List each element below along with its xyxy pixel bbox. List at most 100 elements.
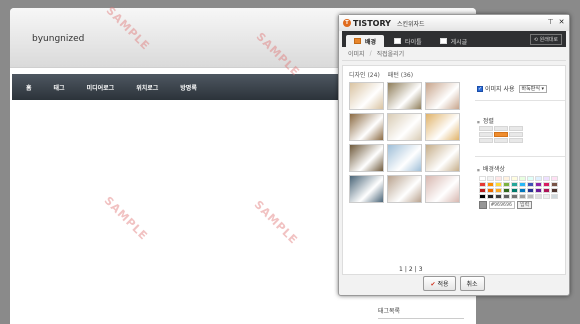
background-thumbnail[interactable] <box>387 175 422 203</box>
color-swatch[interactable] <box>543 194 550 199</box>
color-swatch[interactable] <box>495 176 502 181</box>
background-thumbnail[interactable] <box>425 113 460 141</box>
color-swatch[interactable] <box>519 182 526 187</box>
color-swatch[interactable] <box>487 176 494 181</box>
wizard-footer: ✔ 적용 취소 <box>339 276 569 291</box>
background-thumbnail[interactable] <box>349 175 384 203</box>
align-bottom-center[interactable] <box>494 138 508 143</box>
color-swatch[interactable] <box>503 182 510 187</box>
color-swatch[interactable] <box>487 188 494 193</box>
subnav-image[interactable]: 이미지 <box>348 49 365 58</box>
apply-hex-button[interactable]: 입력 <box>517 201 533 209</box>
align-top-left[interactable] <box>479 126 493 131</box>
color-swatch[interactable] <box>535 188 542 193</box>
align-top-center[interactable] <box>494 126 508 131</box>
color-swatch[interactable] <box>519 176 526 181</box>
background-thumbnail[interactable] <box>349 82 384 110</box>
color-swatch[interactable] <box>551 182 558 187</box>
color-swatch[interactable] <box>527 182 534 187</box>
color-swatch[interactable] <box>551 176 558 181</box>
color-swatch[interactable] <box>479 194 486 199</box>
color-swatch[interactable] <box>495 182 502 187</box>
color-swatch[interactable] <box>503 188 510 193</box>
apply-button[interactable]: ✔ 적용 <box>423 276 456 291</box>
background-thumbnail[interactable] <box>425 144 460 172</box>
page-link[interactable]: 1 <box>399 266 403 273</box>
nav-locationlog[interactable]: 위치로그 <box>136 83 158 92</box>
tab-post[interactable]: 게시글 <box>432 35 476 47</box>
color-swatch[interactable] <box>551 188 558 193</box>
color-swatch[interactable] <box>511 176 518 181</box>
align-bottom-left[interactable] <box>479 138 493 143</box>
source-tab-design[interactable]: 디자인 (24) <box>349 70 380 79</box>
align-middle-left[interactable] <box>479 132 493 137</box>
color-swatch[interactable] <box>495 194 502 199</box>
wizard-titlebar[interactable]: T TISTORY 스킨위자드 ⊤ ✕ <box>339 15 569 31</box>
color-swatch[interactable] <box>479 188 486 193</box>
color-swatch[interactable] <box>543 176 550 181</box>
color-swatch[interactable] <box>527 176 534 181</box>
background-thumbnail[interactable] <box>387 113 422 141</box>
color-swatch[interactable] <box>535 182 542 187</box>
color-swatch[interactable] <box>535 194 542 199</box>
color-swatch[interactable] <box>543 182 550 187</box>
color-swatch[interactable] <box>479 176 486 181</box>
nav-tag[interactable]: 태그 <box>54 83 65 92</box>
background-thumbnail[interactable] <box>425 175 460 203</box>
page-link[interactable]: 3 <box>419 266 423 273</box>
color-swatch[interactable] <box>479 182 486 187</box>
color-swatch[interactable] <box>511 182 518 187</box>
color-swatch[interactable] <box>543 188 550 193</box>
color-swatch[interactable] <box>511 194 518 199</box>
nav-guestbook[interactable]: 방명록 <box>180 83 197 92</box>
tistory-logo-icon: T <box>343 19 351 27</box>
wizard-body: 디자인 (24) 패턴 (36) 1|2|3 ✓ 이미지 사용 바둑판식 ▾ 정… <box>342 65 566 275</box>
page-link[interactable]: 2 <box>409 266 413 273</box>
color-swatch[interactable] <box>487 182 494 187</box>
color-swatch[interactable] <box>487 194 494 199</box>
align-middle-center[interactable] <box>494 132 508 137</box>
tab-title[interactable]: 타이틀 <box>386 35 430 47</box>
tab-label: 배경 <box>365 38 377 46</box>
color-swatch[interactable] <box>495 188 502 193</box>
restore-button[interactable]: ⟲ 원래대로 <box>529 34 562 45</box>
tab-background[interactable]: 배경 <box>346 35 385 47</box>
color-swatch[interactable] <box>519 188 526 193</box>
align-middle-right[interactable] <box>509 132 523 137</box>
nav-medialog[interactable]: 미디어로그 <box>87 83 115 92</box>
color-swatch[interactable] <box>551 194 558 199</box>
color-swatch[interactable] <box>503 176 510 181</box>
color-swatch[interactable] <box>511 188 518 193</box>
align-top-right[interactable] <box>509 126 523 131</box>
apply-label: 적용 <box>437 281 449 288</box>
nav-home[interactable]: 홈 <box>26 83 32 92</box>
close-icon[interactable]: ✕ <box>557 18 566 27</box>
background-thumbnail[interactable] <box>387 82 422 110</box>
divider <box>475 156 565 157</box>
tab-label: 게시글 <box>450 38 468 46</box>
color-swatch[interactable] <box>503 194 510 199</box>
source-tab-pattern[interactable]: 패턴 (36) <box>388 70 413 79</box>
pin-icon[interactable]: ⊤ <box>546 18 555 27</box>
image-mode-select[interactable]: 바둑판식 ▾ <box>518 84 548 93</box>
background-thumbnail[interactable] <box>387 144 422 172</box>
align-bottom-right[interactable] <box>509 138 523 143</box>
hex-input[interactable]: #969696 <box>489 201 515 209</box>
color-swatch[interactable] <box>527 188 534 193</box>
title-icon <box>394 38 402 44</box>
pagination: 1 | 2 | 3 <box>399 266 423 273</box>
wizard-brand: TISTORY <box>353 18 391 28</box>
subnav-upload[interactable]: 직접올리기 <box>377 49 405 58</box>
background-thumbnail[interactable] <box>349 113 384 141</box>
background-thumbnail[interactable] <box>349 144 384 172</box>
blog-title[interactable]: byungnized <box>32 34 84 44</box>
post-icon <box>439 38 447 44</box>
thumbnail-grid <box>349 82 471 203</box>
color-swatch[interactable] <box>527 194 534 199</box>
cancel-button[interactable]: 취소 <box>459 276 485 291</box>
background-thumbnail[interactable] <box>425 82 460 110</box>
color-swatch[interactable] <box>535 176 542 181</box>
image-use-checkbox[interactable]: ✓ <box>477 85 483 92</box>
subnav-separator: / <box>369 50 372 57</box>
color-swatch[interactable] <box>519 194 526 199</box>
